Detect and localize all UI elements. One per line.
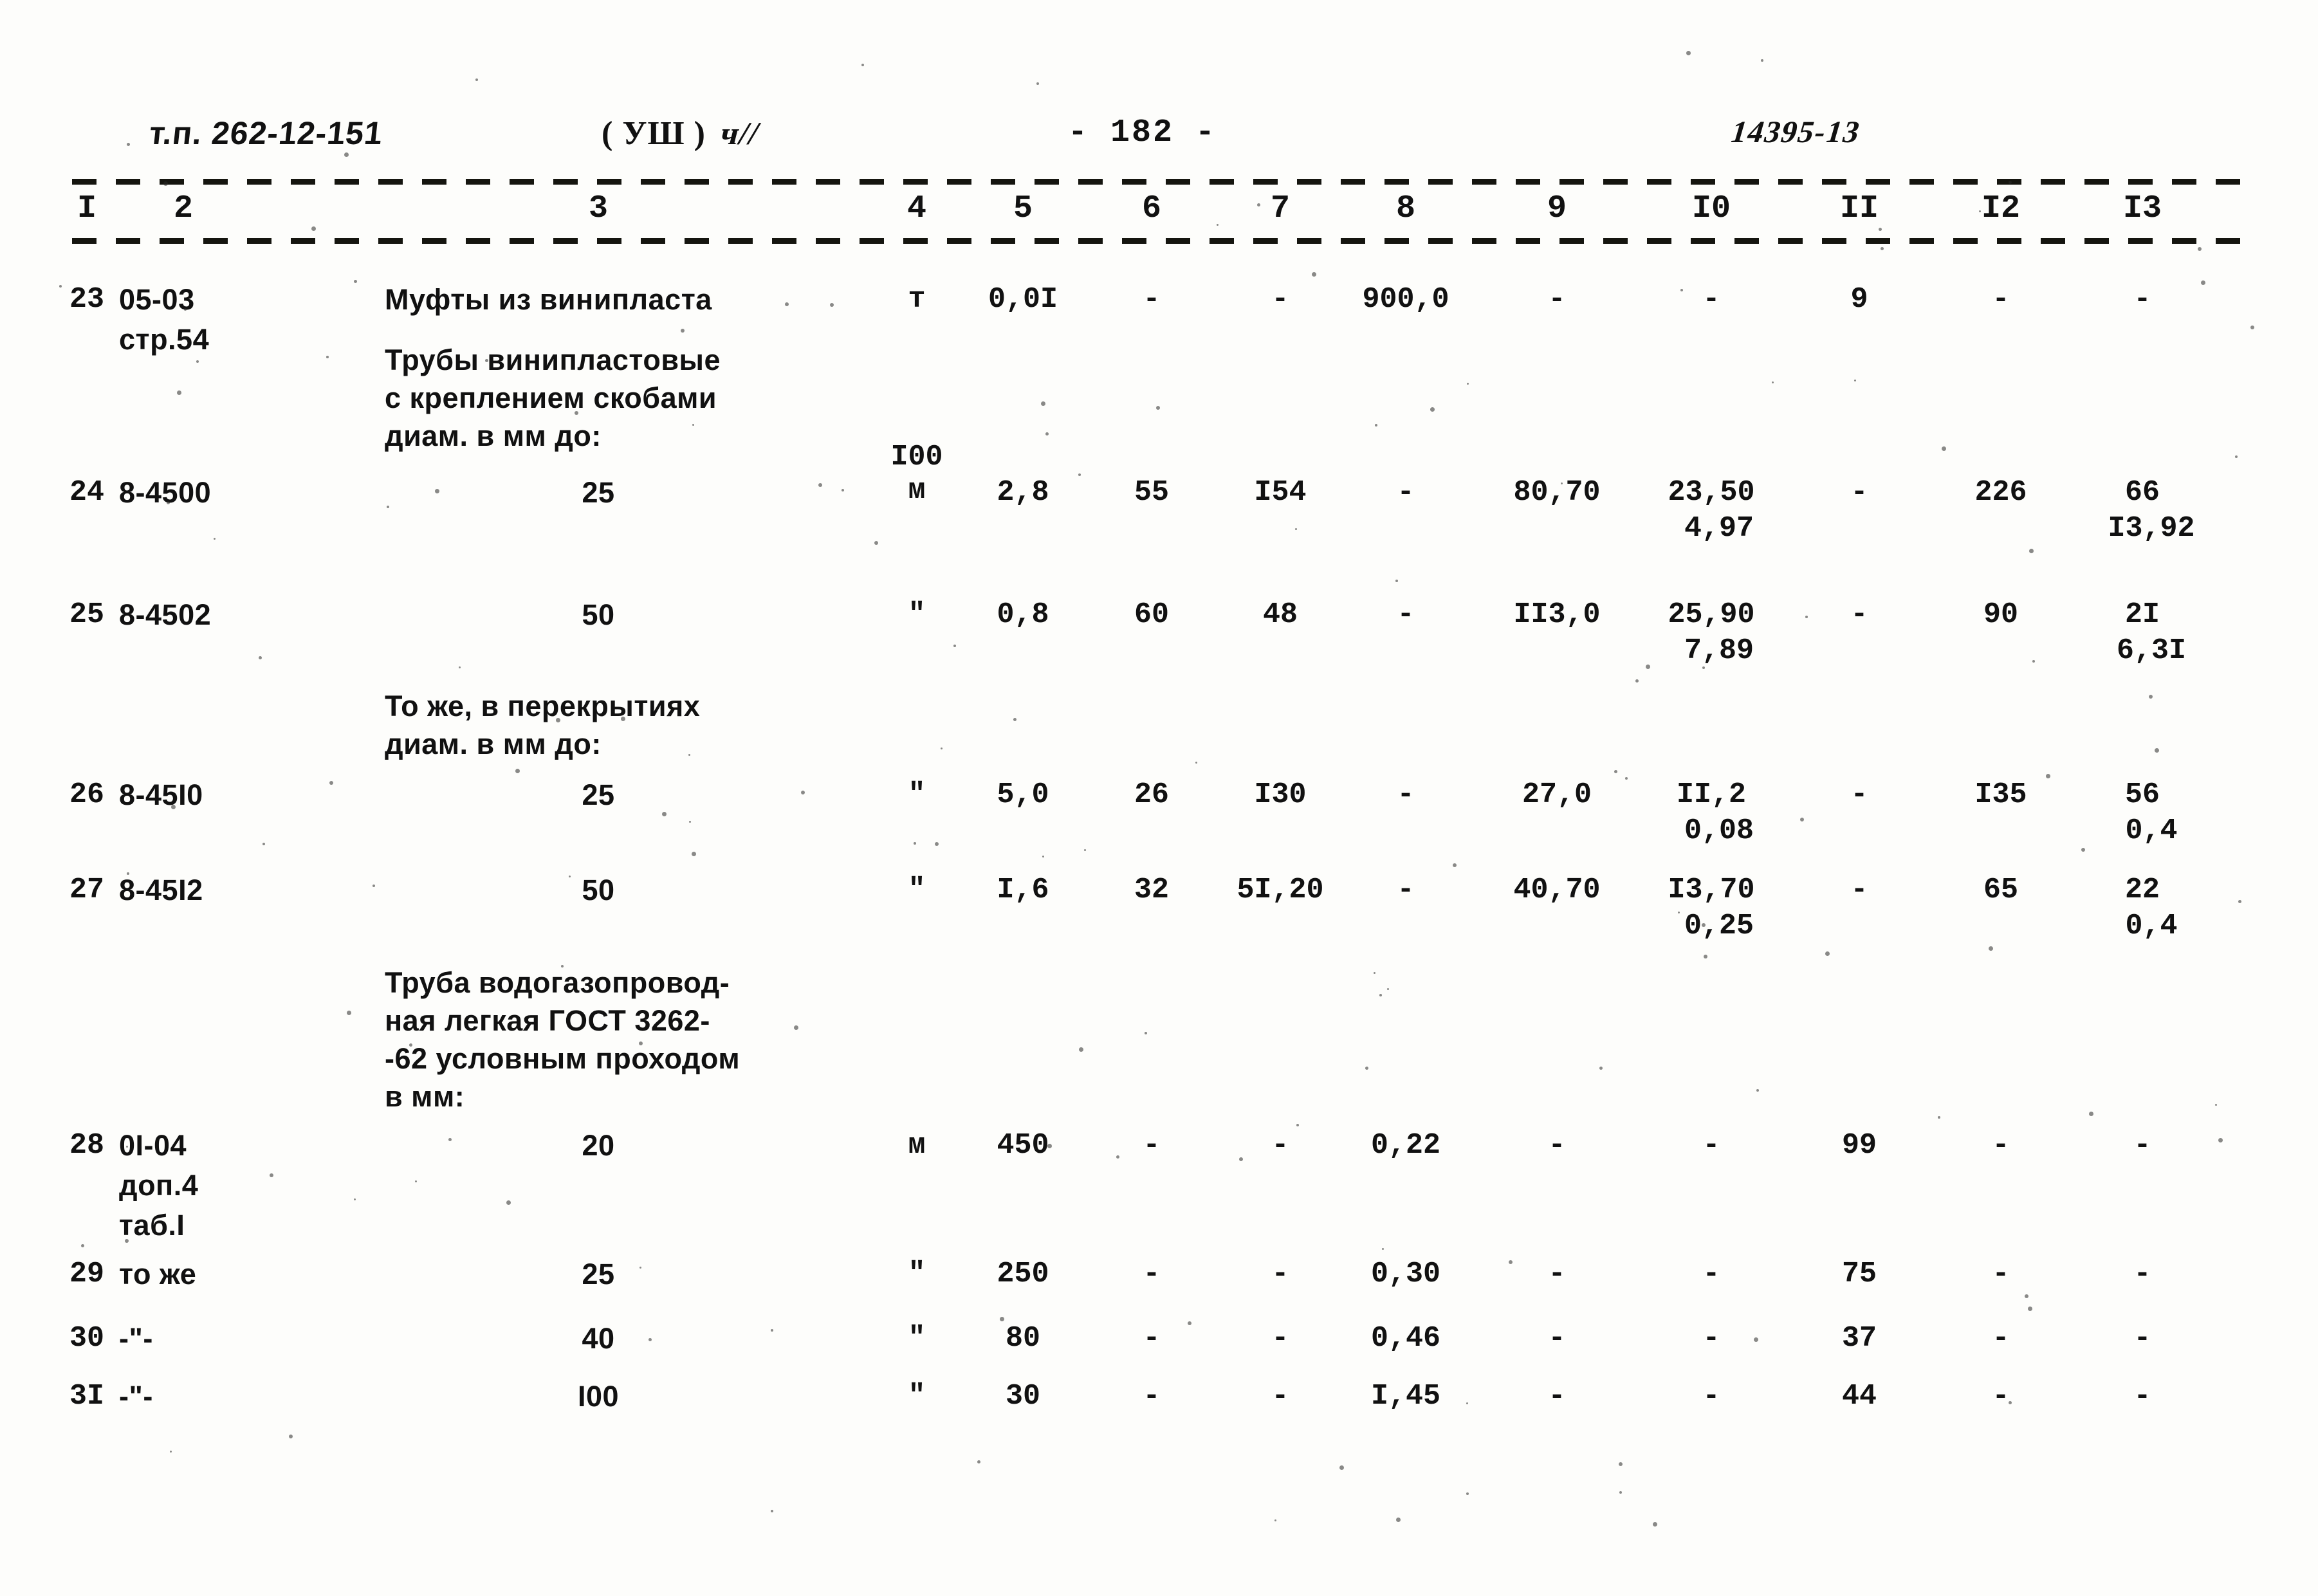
row-code-line: стр.54 — [119, 323, 210, 356]
row-value-13: - — [2133, 1380, 2151, 1413]
row-value-10-sub: 7,89 — [1684, 634, 1754, 667]
row-description: 25 — [582, 778, 615, 811]
row-value-10-sub: 0,08 — [1684, 814, 1754, 847]
row-value-13: 22 — [2124, 874, 2160, 906]
row-code-line: таб.I — [119, 1209, 185, 1242]
row-description: 20 — [582, 1129, 615, 1162]
table-rule-top — [72, 179, 2247, 185]
row-description: 25 — [582, 1258, 615, 1290]
row-value-13: - — [2133, 1258, 2151, 1290]
scanned-document-page: т.п. 262-12-151 ( УШ ) ч// - 182 - 14395… — [0, 0, 2318, 1596]
table-rule-bottom — [72, 238, 2247, 244]
row-description: 40 — [582, 1322, 615, 1355]
row-value-13-sub: I3,92 — [2108, 512, 2195, 545]
row-code-line: доп.4 — [119, 1169, 199, 1202]
row-description: 50 — [582, 598, 615, 631]
column-number-13: I3 — [2122, 190, 2162, 227]
row-value-13: - — [2133, 1129, 2151, 1162]
page-number: - 182 - — [1068, 115, 1217, 151]
column-number-3: 3 — [588, 190, 608, 227]
row-value-10-sub: 0,25 — [1684, 910, 1754, 942]
row-value-10-sub: 4,97 — [1684, 512, 1754, 545]
row-value-13: - — [2133, 1322, 2151, 1355]
row-description: 25 — [582, 476, 615, 509]
row-value-13: 2I — [2124, 598, 2160, 631]
handwritten-note: ч// — [716, 115, 764, 151]
document-code: т.п. 262-12-151 — [147, 115, 385, 151]
row-value-13-sub: 6,3I — [2116, 634, 2187, 667]
row-description: I00 — [577, 1380, 620, 1413]
archive-stamp: 14395-13 — [1726, 115, 1865, 149]
section-marker: ( УШ ) — [602, 115, 706, 152]
row-code-line: 05-03 — [119, 283, 195, 316]
row-value-13-sub: 0,4 — [2125, 814, 2178, 847]
row-description: 50 — [582, 874, 615, 906]
row-value-13: 56 — [2124, 778, 2160, 811]
row-group-caption: Труба водогазопровод- ная легкая ГОСТ 32… — [385, 966, 740, 1113]
row-group-caption: То же, в перекрытиях диам. в мм до: — [385, 690, 701, 760]
row-group-caption: Трубы винипластовые с креплением скобами… — [385, 344, 721, 452]
row-value-13-sub: 0,4 — [2125, 910, 2178, 942]
row-value-13: - — [2133, 283, 2151, 316]
column-number-2: 2 — [173, 190, 193, 227]
row-value-13: 66 — [2124, 476, 2160, 509]
